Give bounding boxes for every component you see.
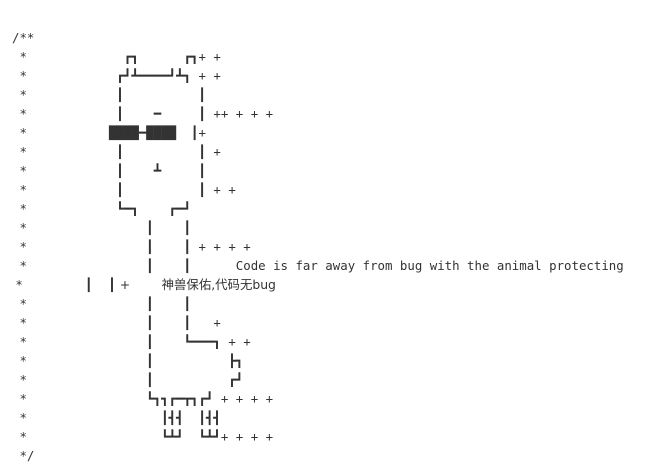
code-line-text: * ┃ ┃ + +	[12, 182, 236, 197]
code-line: * ┃ ┃ + + + +	[12, 237, 650, 256]
code-line-text: * ┃ ┃ +	[12, 144, 221, 159]
code-line-text: * ┃ ┏┛	[12, 372, 244, 387]
code-line: * ┃ ┗━━━┓ + +	[12, 332, 650, 351]
code-line: * ┃ ┏┛	[12, 370, 650, 389]
code-line: /**	[12, 28, 650, 47]
code-line-text: * ┃ ┃	[12, 87, 206, 102]
code-line-text: * ┃ ┗━━━┓ + +	[12, 334, 251, 349]
code-line: * ┃ ┃ +	[12, 313, 650, 332]
code-line: * ┃ ┻ ┃	[12, 161, 650, 180]
code-line-text: * ┃ ┃	[12, 220, 192, 235]
code-line-text: * ┗━┓ ┏━┛	[12, 201, 192, 216]
code-line: */	[12, 446, 650, 465]
code-line-text: * ┃ ━ ┃ ++ + + +	[12, 106, 274, 121]
code-line: * ┃ ┃	[12, 85, 650, 104]
code-line-text: * ┏┛┻━━━━┛┻┓ + +	[12, 68, 221, 83]
code-line: * ┃ ┃	[12, 218, 650, 237]
code-line: * ┃ ━ ┃ ++ + + +	[12, 104, 650, 123]
code-line: * ┏┛┻━━━━┛┻┓ + +	[12, 66, 650, 85]
code-snippet: /** * ┏┓ ┏┓+ + * ┏┛┻━━━━┛┻┓ + + * ┃ ┃ * …	[12, 28, 650, 468]
code-line-text: * ┃ ┃ + 神兽保佑,代码无bug	[12, 277, 276, 292]
code-line-text: * ┃ ┃	[12, 296, 192, 311]
code-line-text: */	[12, 448, 35, 463]
code-line: * ┃ ┃ + 神兽保佑,代码无bug	[12, 275, 650, 294]
code-line: * ┃ ┣┓	[12, 351, 650, 370]
code-line: * ┏┓ ┏┓+ +	[12, 47, 650, 66]
code-line-text: * ┗┻┛ ┗┻┛+ + + +	[12, 429, 274, 444]
code-line-text: * ┗┓┓┏━┳┓┏┛ + + + +	[12, 391, 274, 406]
code-line: * ┃ ┃ Code is far away from bug with the…	[12, 256, 650, 275]
code-line: * ┃┫┫ ┃┫┫	[12, 408, 650, 427]
code-line-text: * ┃ ┃ +	[12, 315, 221, 330]
code-line: * ┃ ┃ +	[12, 142, 650, 161]
code-line-text: * ┃┫┫ ┃┫┫	[12, 410, 221, 425]
code-line: * ┗━┓ ┏━┛	[12, 199, 650, 218]
code-line-text: * ┃ ┃ + + + +	[12, 239, 251, 254]
code-line: * ┃ ┃	[12, 294, 650, 313]
code-line: * ┗┻┛ ┗┻┛+ + + +	[12, 427, 650, 446]
code-line: * ┗┓┓┏━┳┓┏┛ + + + +	[12, 389, 650, 408]
code-line: * ████━████ ┃+	[12, 123, 650, 142]
code-line-text: * ████━████ ┃+	[12, 125, 206, 140]
code-line: * ┃ ┃ + +	[12, 180, 650, 199]
code-line-text: * ┃ ┻ ┃	[12, 163, 206, 178]
code-line-text: * ┃ ┃ Code is far away from bug with the…	[12, 258, 624, 273]
code-line-text: * ┃ ┣┓	[12, 353, 244, 368]
code-line-text: * ┏┓ ┏┓+ +	[12, 49, 221, 64]
code-line-text: /**	[12, 30, 35, 45]
